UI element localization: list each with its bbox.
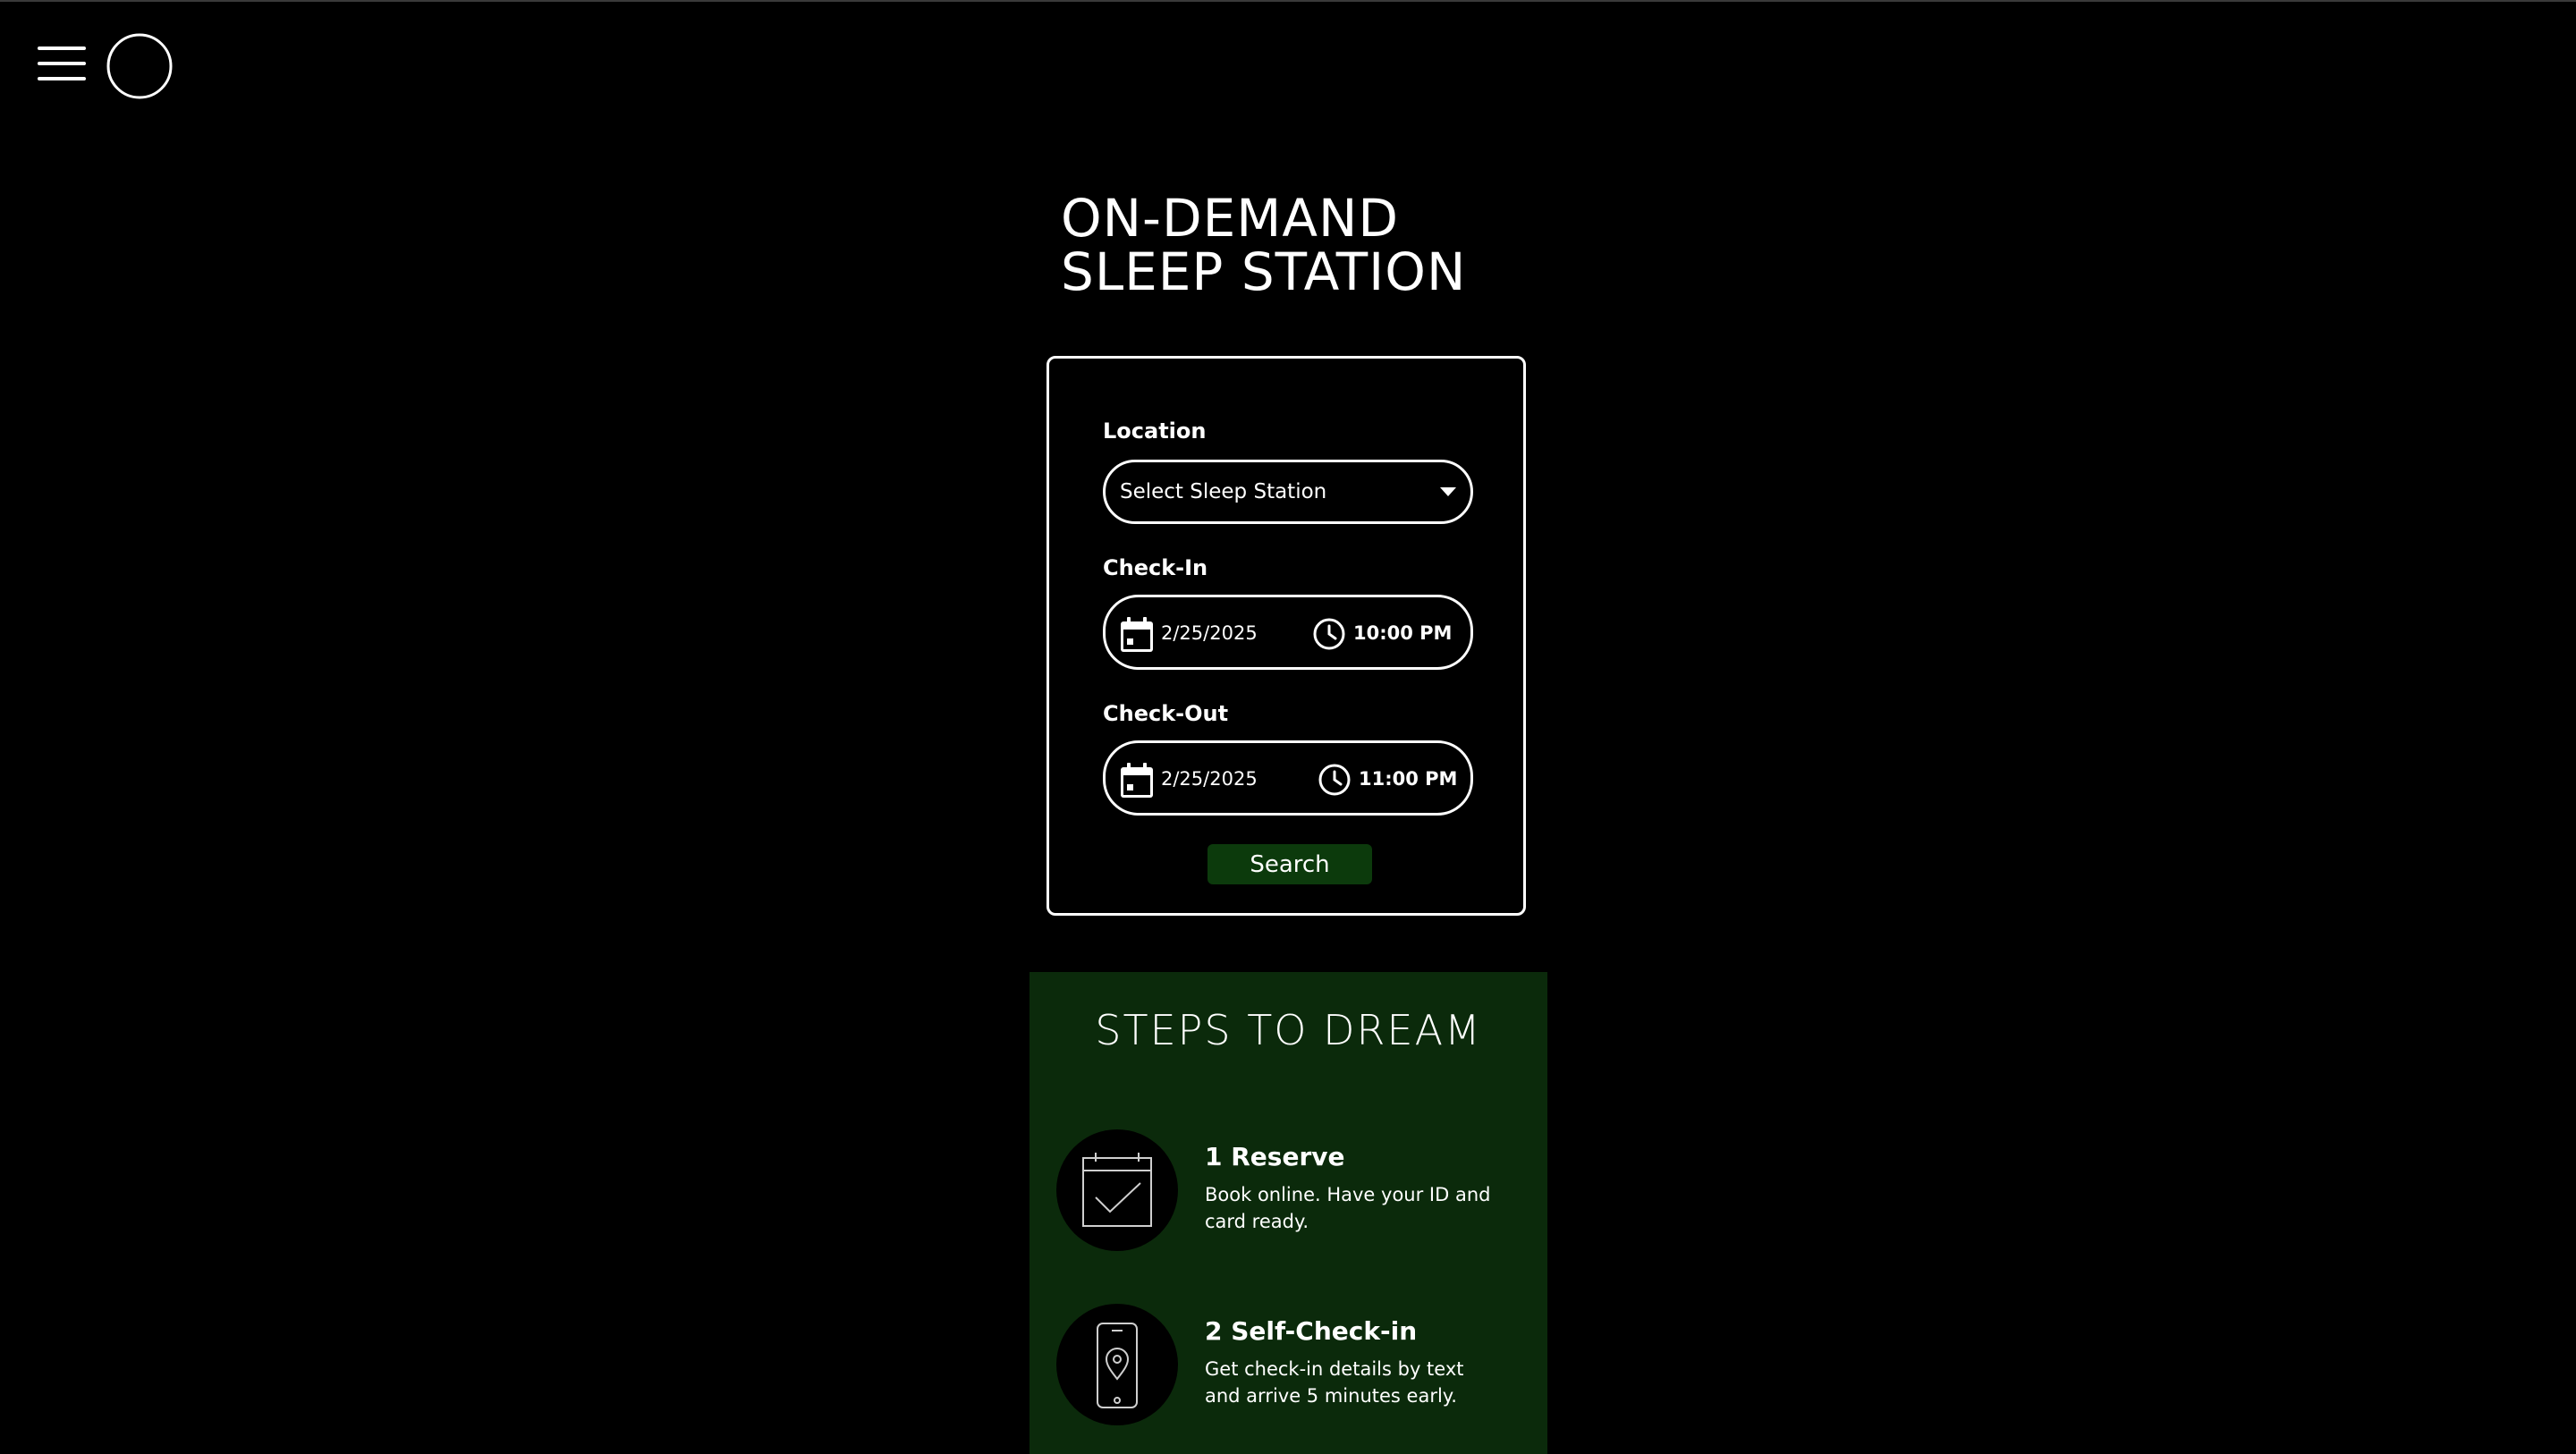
- location-label: Location: [1103, 418, 1207, 444]
- chevron-down-icon: [1440, 487, 1456, 496]
- calendar-icon[interactable]: [1120, 763, 1154, 799]
- booking-form: Location Select Sleep Station Check-In 2…: [1046, 356, 1526, 916]
- check-out-field: 2/25/2025 11:00 PM: [1103, 740, 1473, 816]
- step-heading: 1 Reserve: [1205, 1142, 1345, 1171]
- top-divider: [0, 0, 2576, 2]
- clock-icon[interactable]: [1318, 763, 1352, 797]
- clock-icon[interactable]: [1312, 617, 1346, 651]
- page-title: ON-DEMAND SLEEP STATION: [1061, 191, 1687, 299]
- crescent-moon-logo[interactable]: [106, 32, 174, 100]
- calendar-icon[interactable]: [1120, 617, 1154, 653]
- page-title-line-2: SLEEP STATION: [1061, 241, 1467, 302]
- calendar-check-icon: [1082, 1153, 1152, 1227]
- step-heading: 2 Self-Check-in: [1205, 1316, 1418, 1346]
- hamburger-menu-icon[interactable]: [38, 45, 86, 82]
- check-in-field: 2/25/2025 10:00 PM: [1103, 595, 1473, 670]
- check-in-date[interactable]: 2/25/2025: [1161, 622, 1258, 644]
- page-title-line-1: ON-DEMAND: [1061, 188, 1400, 249]
- phone-location-icon: [1097, 1323, 1138, 1408]
- location-select-value: Select Sleep Station: [1120, 480, 1327, 503]
- location-select[interactable]: Select Sleep Station: [1103, 460, 1473, 524]
- check-out-date[interactable]: 2/25/2025: [1161, 768, 1258, 790]
- search-button[interactable]: Search: [1208, 844, 1372, 884]
- step-icon-circle: [1056, 1129, 1178, 1251]
- steps-title: STEPS TO DREAM: [1095, 1006, 1482, 1054]
- step-description: Book online. Have your ID and card ready…: [1205, 1184, 1491, 1232]
- step-item: 1 Reserve Book online. Have your ID and …: [1056, 1129, 1521, 1255]
- steps-panel: STEPS TO DREAM 1 Reserve Book online. Ha…: [1030, 972, 1547, 1454]
- check-out-label: Check-Out: [1103, 701, 1229, 726]
- check-in-label: Check-In: [1103, 555, 1208, 580]
- step-icon-circle: [1056, 1304, 1178, 1425]
- step-description: Get check-in details by text and arrive …: [1205, 1358, 1464, 1407]
- check-in-time[interactable]: 10:00 PM: [1353, 622, 1452, 644]
- step-item: 2 Self-Check-in Get check-in details by …: [1056, 1304, 1521, 1429]
- check-out-time[interactable]: 11:00 PM: [1359, 768, 1457, 790]
